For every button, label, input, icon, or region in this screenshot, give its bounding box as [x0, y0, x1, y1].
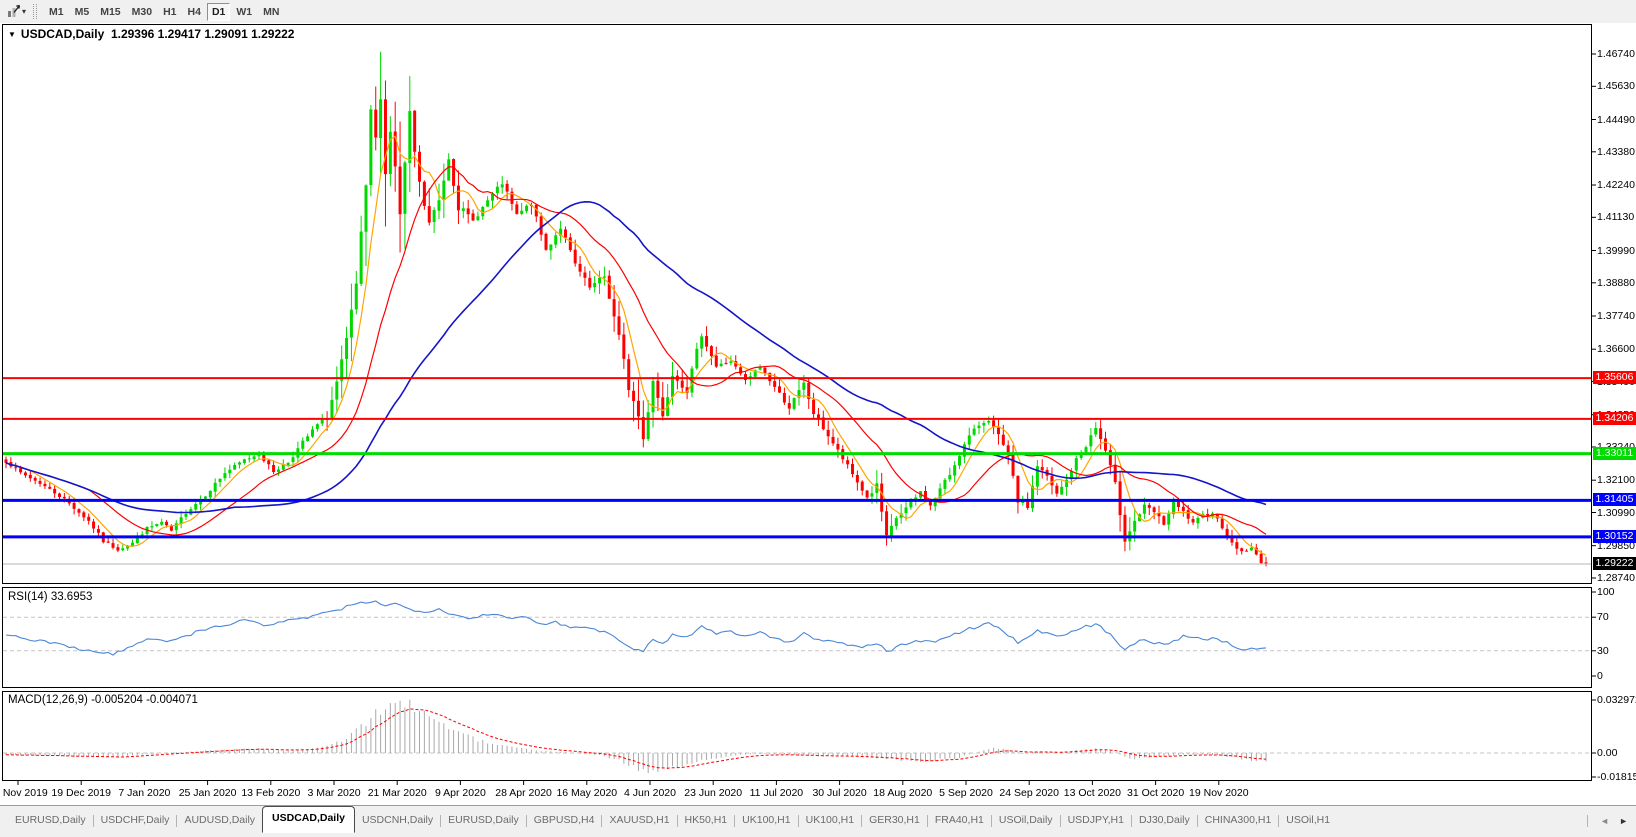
- chart-tab-audusd-daily[interactable]: AUDUSD,Daily: [177, 810, 262, 831]
- timeframe-button-m5[interactable]: M5: [70, 3, 95, 21]
- rsi-layer: [3, 600, 1591, 656]
- chart-canvas[interactable]: [0, 0, 1636, 837]
- chart-tab-eurusd-daily[interactable]: EURUSD,Daily: [441, 810, 526, 831]
- chart-tab-fra40-h1[interactable]: FRA40,H1: [928, 810, 991, 831]
- timeframe-toolbar: ▾ M1 M5 M15 M30 H1 H4 D1 W1 MN: [0, 0, 1636, 23]
- chart-tab-uk100-h1[interactable]: UK100,H1: [735, 810, 797, 831]
- chart-tabs-bar: EURUSD,Daily USDCHF,Daily AUDUSD,Daily USDC…: [0, 805, 1636, 837]
- chart-tab-hk50-h1[interactable]: HK50,H1: [678, 810, 735, 831]
- pane-splitter-rsi[interactable]: [2, 584, 1592, 588]
- toolbar-grip: [33, 4, 38, 19]
- chart-tab-gbpusd-h4[interactable]: GBPUSD,H4: [527, 810, 602, 831]
- pane-splitter-macd[interactable]: [2, 688, 1592, 692]
- chart-tab-china300-h1[interactable]: CHINA300,H1: [1198, 810, 1279, 831]
- time-axis[interactable]: [2, 781, 1592, 805]
- chart-title-row: ▼ USDCAD,Daily 1.29396 1.29417 1.29091 1.…: [8, 27, 294, 41]
- timeframe-button-w1[interactable]: W1: [231, 3, 257, 21]
- timeframe-button-h1[interactable]: H1: [158, 3, 181, 21]
- timeframe-button-m15[interactable]: M15: [95, 3, 125, 21]
- ohlc-values: 1.29396 1.29417 1.29091 1.29222: [110, 27, 295, 41]
- chart-window: ▼ USDCAD,Daily 1.29396 1.29417 1.29091 1.…: [0, 0, 1636, 837]
- timeframe-buttons: M1 M5 M15 M30 H1 H4 D1 W1 MN: [44, 2, 285, 21]
- chart-tab-ger30-h1[interactable]: GER30,H1: [862, 810, 927, 831]
- chart-tab-usdchf-daily[interactable]: USDCHF,Daily: [94, 810, 177, 831]
- chart-tab-usoil-h1[interactable]: USOil,H1: [1279, 810, 1337, 831]
- collapse-arrow-icon[interactable]: ▼: [8, 30, 16, 39]
- timeframe-button-mn[interactable]: MN: [258, 3, 284, 21]
- tab-scroll-arrows: ◄ ►: [1587, 815, 1628, 827]
- chart-tab-dj30-daily[interactable]: DJ30,Daily: [1132, 810, 1197, 831]
- tab-scroll-right-icon[interactable]: ►: [1619, 816, 1628, 826]
- macd-indicator-label: MACD(12,26,9) -0.005204 -0.004071: [8, 694, 198, 706]
- tool-dropdown-arrow-icon[interactable]: ▾: [22, 7, 26, 16]
- crosshair-tool-icon[interactable]: [4, 4, 22, 20]
- chart-tab-eurusd-daily[interactable]: EURUSD,Daily: [8, 810, 93, 831]
- candles-layer: [3, 51, 1591, 567]
- timeframe-button-h4[interactable]: H4: [183, 3, 206, 21]
- price-axis[interactable]: [1592, 24, 1636, 781]
- timeframe-button-m30[interactable]: M30: [127, 3, 157, 21]
- chart-tab-uk100-h1[interactable]: UK100,H1: [799, 810, 861, 831]
- chart-tab-usdcad-daily[interactable]: USDCAD,Daily: [262, 806, 355, 833]
- tab-divider: [1587, 815, 1589, 827]
- chart-tab-usdjpy-h1[interactable]: USDJPY,H1: [1061, 810, 1131, 831]
- rsi-indicator-label: RSI(14) 33.6953: [8, 591, 93, 603]
- timeframe-button-d1[interactable]: D1: [206, 2, 231, 21]
- chart-tab-usoil-daily[interactable]: USOil,Daily: [992, 810, 1060, 831]
- macd-layer: [3, 699, 1591, 774]
- chart-tab-xauusd-h1[interactable]: XAUUSD,H1: [602, 810, 676, 831]
- chart-tab-usdcnh-daily[interactable]: USDCNH,Daily: [355, 810, 440, 831]
- chart-symbol-label: USDCAD,Daily: [20, 27, 105, 41]
- tab-scroll-left-icon[interactable]: ◄: [1600, 816, 1609, 826]
- timeframe-button-m1[interactable]: M1: [44, 3, 69, 21]
